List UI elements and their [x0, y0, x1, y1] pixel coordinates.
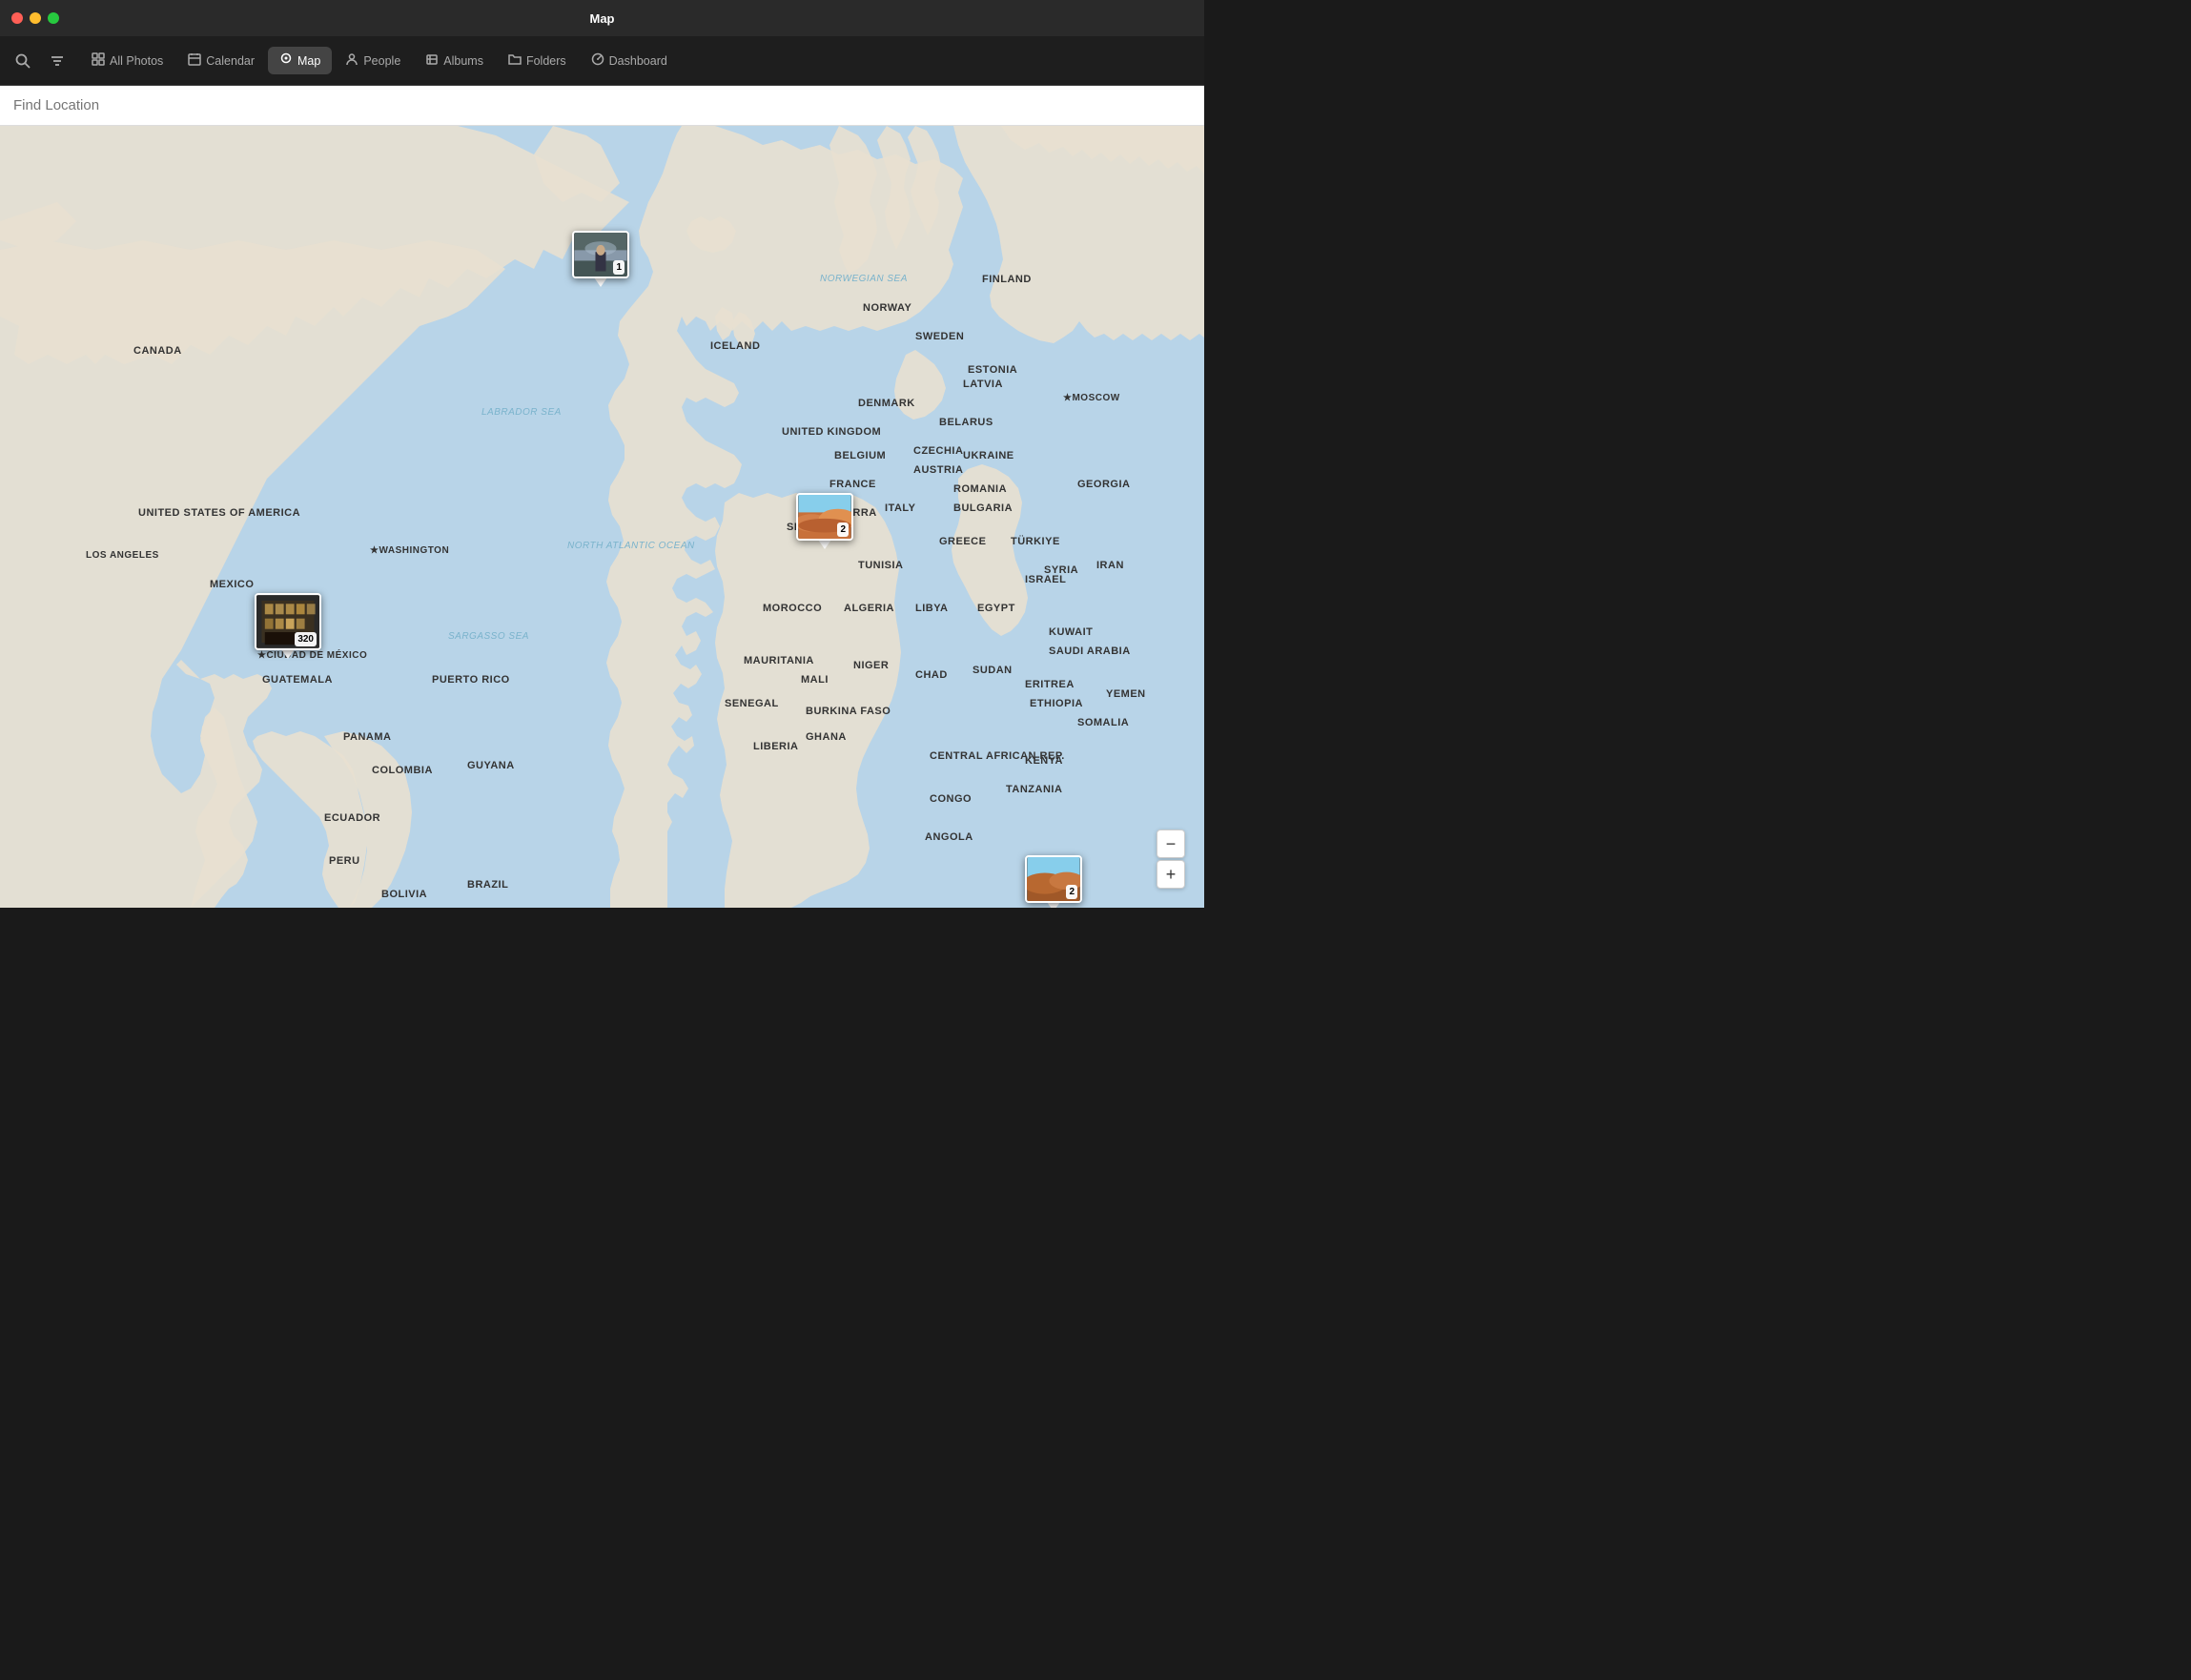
albums-label: Albums — [443, 54, 483, 68]
zoom-controls: − + — [1157, 830, 1185, 889]
photo-pin-mexico-city[interactable]: 320 — [255, 593, 321, 659]
pin-count-spain: 2 — [837, 522, 849, 537]
albums-icon — [425, 52, 439, 69]
nav-left-icons — [8, 48, 72, 74]
folders-icon — [508, 52, 522, 69]
filter-button[interactable] — [42, 48, 72, 74]
minimize-button[interactable] — [30, 12, 41, 24]
map-label: Map — [297, 54, 320, 68]
tab-map[interactable]: Map — [268, 47, 332, 74]
calendar-icon — [188, 52, 201, 69]
pin-tail-mexico-city — [281, 649, 295, 659]
close-button[interactable] — [11, 12, 23, 24]
title-bar: Map — [0, 0, 1204, 36]
traffic-lights — [11, 12, 59, 24]
zoom-in-button[interactable]: + — [1157, 860, 1185, 889]
pin-tail-spain — [818, 540, 831, 549]
tab-calendar[interactable]: Calendar — [176, 47, 266, 74]
tab-albums[interactable]: Albums — [414, 47, 495, 74]
photo-pin-spain[interactable]: 2 — [796, 493, 853, 549]
location-search-input[interactable] — [13, 97, 1191, 113]
pin-count-africa-south: 2 — [1066, 885, 1077, 899]
nav-tabs: All Photos Calendar Map People Albums Folders… — [80, 47, 679, 74]
folders-label: Folders — [526, 54, 566, 68]
nav-bar: All Photos Calendar Map People Albums Folders… — [0, 36, 1204, 86]
map-container: CANADAUNITED STATES OF AMERICAMEXICOGUAT… — [0, 126, 1204, 908]
all-photos-icon — [92, 52, 105, 69]
search-button[interactable] — [8, 48, 38, 74]
tab-all-photos[interactable]: All Photos — [80, 47, 174, 74]
photo-pin-africa-south[interactable]: 2 — [1025, 855, 1082, 908]
pin-count-mexico-city: 320 — [295, 632, 317, 646]
search-bar — [0, 86, 1204, 126]
dashboard-label: Dashboard — [609, 54, 667, 68]
people-label: People — [363, 54, 400, 68]
zoom-out-button[interactable]: − — [1157, 830, 1185, 858]
all-photos-label: All Photos — [110, 54, 163, 68]
maximize-button[interactable] — [48, 12, 59, 24]
pin-count-iceland: 1 — [613, 260, 625, 275]
tab-dashboard[interactable]: Dashboard — [580, 47, 679, 74]
photo-pin-iceland[interactable]: 1 — [572, 231, 629, 287]
people-icon — [345, 52, 358, 69]
map-icon — [279, 52, 293, 69]
tab-people[interactable]: People — [334, 47, 412, 74]
pin-tail-iceland — [594, 277, 607, 287]
dashboard-icon — [591, 52, 604, 69]
calendar-label: Calendar — [206, 54, 255, 68]
tab-folders[interactable]: Folders — [497, 47, 578, 74]
window-title: Map — [590, 11, 615, 26]
